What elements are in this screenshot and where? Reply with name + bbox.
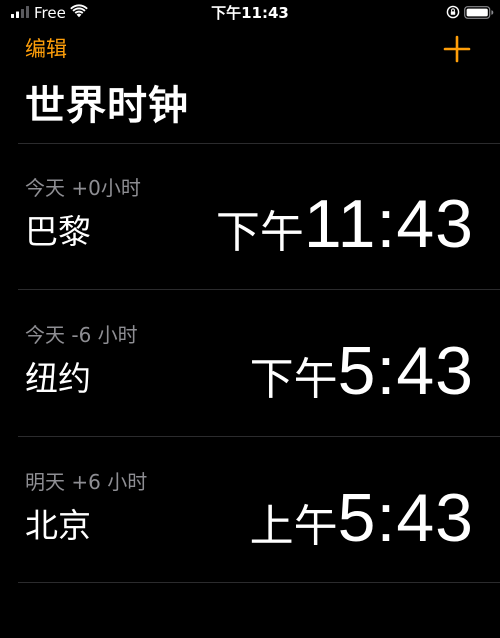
time-offset-label: 明天 +6 小时 — [25, 470, 148, 494]
clock-row-new-york[interactable]: 今天 -6 小时 纽约 下午5:43 — [0, 290, 500, 436]
world-clock-screen: Free 下午11:43 编辑 世界时钟 今天 +0小时 巴黎 下午11:43 — [0, 0, 500, 638]
edit-button[interactable]: 编辑 — [25, 36, 67, 62]
rotation-lock-icon — [446, 5, 460, 19]
status-bar: Free 下午11:43 — [0, 0, 500, 26]
divider — [18, 582, 500, 583]
time-period: 下午 — [249, 354, 338, 405]
battery-icon — [464, 6, 494, 19]
city-name: 北京 — [25, 506, 91, 545]
time-period: 下午 — [215, 207, 304, 258]
time-offset-label: 今天 +0小时 — [25, 176, 141, 200]
local-time: 下午11:43 — [215, 190, 474, 266]
city-name: 纽约 — [25, 359, 91, 398]
time-period: 上午 — [249, 501, 338, 552]
clock-row-paris[interactable]: 今天 +0小时 巴黎 下午11:43 — [0, 143, 500, 289]
local-time: 上午5:43 — [249, 484, 474, 560]
status-time: 下午11:43 — [211, 4, 289, 22]
time-value: 5:43 — [337, 480, 474, 556]
plus-icon[interactable] — [442, 34, 472, 64]
city-name: 巴黎 — [25, 212, 91, 251]
time-offset-label: 今天 -6 小时 — [25, 323, 138, 347]
clock-row-beijing[interactable]: 明天 +6 小时 北京 上午5:43 — [0, 437, 500, 583]
time-value: 11:43 — [303, 186, 474, 262]
local-time: 下午5:43 — [249, 337, 474, 413]
page-title: 世界时钟 — [25, 83, 189, 129]
time-value: 5:43 — [337, 333, 474, 409]
